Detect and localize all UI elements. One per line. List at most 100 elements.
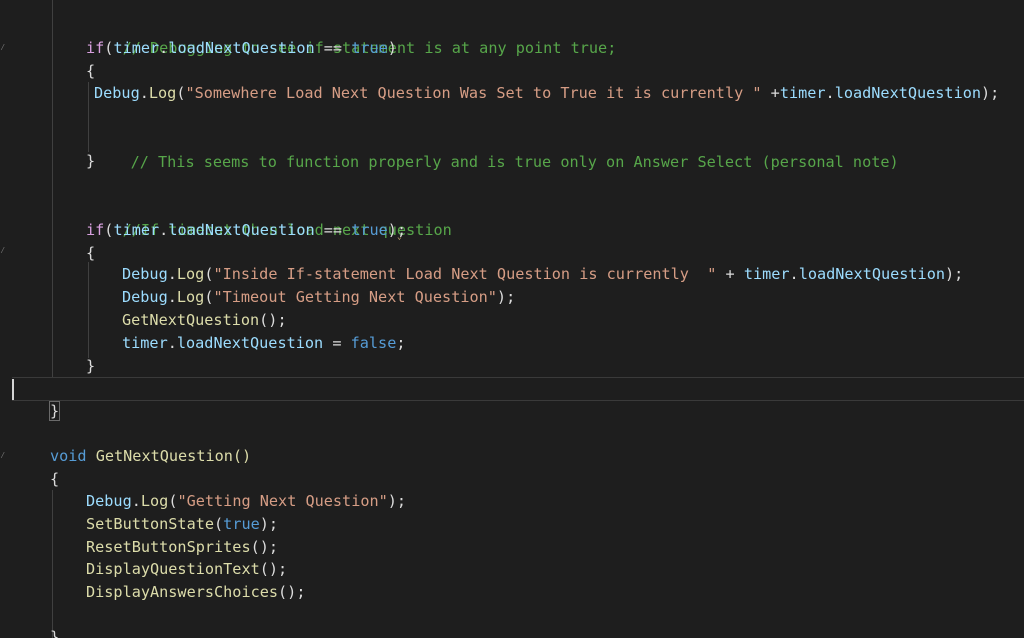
- outline-collapse-icon[interactable]: ⁄: [0, 452, 6, 461]
- brace-token: }: [86, 357, 96, 375]
- method-token: DisplayAnswersChoices: [86, 583, 279, 601]
- code-line[interactable]: {: [50, 468, 59, 491]
- punctuation-token: (: [214, 515, 224, 533]
- indent-guide: [52, 490, 53, 638]
- punctuation-token: ): [387, 39, 397, 57]
- code-line[interactable]: // This seems to function properly and i…: [94, 128, 899, 171]
- matched-brace-token: }: [48, 401, 61, 421]
- method-token: ResetButtonSprites: [86, 538, 251, 556]
- keyword-token: true: [223, 515, 260, 533]
- punctuation-token: .: [139, 84, 149, 102]
- string-token: "Timeout Getting Next Question": [213, 288, 497, 306]
- identifier-token: timer: [113, 221, 160, 239]
- code-line[interactable]: // Debugging to see if statement is at a…: [86, 14, 617, 57]
- punctuation-token: ;: [396, 334, 406, 352]
- code-line[interactable]: if(timer.loadNextQuestion == true): [86, 37, 397, 60]
- code-line[interactable]: }: [86, 150, 95, 173]
- keyword-token: void: [50, 447, 87, 465]
- string-token: "Inside If-statement Load Next Question …: [213, 265, 717, 283]
- code-line[interactable]: }: [86, 355, 95, 378]
- punctuation-token: .: [167, 265, 177, 283]
- method-token: Log: [148, 84, 177, 102]
- punctuation-token: .: [789, 265, 799, 283]
- keyword-token: false: [350, 334, 397, 352]
- punctuation-token: ();: [259, 560, 288, 578]
- punctuation-token: ();: [259, 311, 287, 329]
- code-line[interactable]: Debug.Log("Getting Next Question");: [86, 490, 406, 513]
- identifier-token: loadNextQuestion: [168, 39, 315, 57]
- punctuation-token: .: [167, 334, 177, 352]
- keyword-token: if: [86, 39, 105, 57]
- punctuation-token: );: [496, 288, 516, 306]
- identifier-token: Debug: [86, 492, 132, 510]
- punctuation-token: );: [259, 515, 279, 533]
- method-token: Log: [176, 288, 205, 306]
- code-line[interactable]: {: [86, 60, 95, 83]
- keyword-token: true: [351, 221, 388, 239]
- code-line[interactable]: void GetNextQuestion(): [50, 445, 251, 468]
- outline-collapse-icon[interactable]: ⁄: [0, 44, 6, 53]
- identifier-token: loadNextQuestion: [176, 334, 324, 352]
- identifier-token: loadNextQuestion: [834, 84, 982, 102]
- identifier-token: timer: [743, 265, 790, 283]
- brace-token: {: [86, 244, 96, 262]
- punctuation-token: .: [131, 492, 141, 510]
- identifier-token: loadNextQuestion: [798, 265, 945, 283]
- code-line[interactable]: if(timer.loadNextQuestion == true);: [86, 219, 406, 242]
- code-line[interactable]: timer.loadNextQuestion = false;: [122, 332, 406, 355]
- punctuation-token: );: [981, 84, 1000, 102]
- warning-squiggle-icon[interactable]: ⌄: [397, 233, 405, 241]
- method-token: Log: [140, 492, 169, 510]
- brace-token: {: [86, 62, 96, 80]
- code-line[interactable]: {: [86, 242, 95, 265]
- comment-token: // This seems to function properly and i…: [130, 152, 899, 171]
- operator-token: =: [323, 334, 351, 352]
- brace-token: }: [50, 628, 60, 638]
- code-editor[interactable]: ⁄ ⁄ ⁄ // Debugging to see if statement i…: [0, 0, 1024, 638]
- code-line[interactable]: ResetButtonSprites();: [86, 536, 278, 559]
- code-line[interactable]: DisplayQuestionText();: [86, 558, 287, 581]
- punctuation-token: ();: [250, 538, 279, 556]
- identifier-token: loadNextQuestion: [168, 221, 315, 239]
- punctuation-token: .: [159, 221, 169, 239]
- identifier-token: Debug: [122, 288, 168, 306]
- editor-gutter[interactable]: [0, 0, 12, 638]
- keyword-token: true: [351, 39, 388, 57]
- brace-token: {: [50, 470, 60, 488]
- identifier-token: timer: [779, 84, 826, 102]
- string-token: "Getting Next Question": [177, 492, 388, 510]
- brace-token: }: [86, 152, 96, 170]
- method-token: GetNextQuestion: [122, 311, 260, 329]
- code-line[interactable]: Debug.Log("Somewhere Load Next Question …: [94, 82, 999, 105]
- punctuation-token: );: [945, 265, 964, 283]
- code-line[interactable]: GetNextQuestion();: [122, 309, 287, 332]
- outline-collapse-icon[interactable]: ⁄: [0, 247, 6, 256]
- punctuation-token: .: [825, 84, 835, 102]
- text-caret: [12, 379, 14, 400]
- indent-guide: [88, 82, 89, 152]
- code-line[interactable]: }: [48, 400, 61, 423]
- identifier-token: Debug: [122, 265, 168, 283]
- method-token: GetNextQuestion(): [95, 447, 252, 465]
- punctuation-token: .: [167, 288, 177, 306]
- keyword-token: if: [86, 221, 105, 239]
- code-line[interactable]: Debug.Log("Timeout Getting Next Question…: [122, 286, 515, 309]
- code-line[interactable]: //If timeout then load next question: [86, 196, 452, 239]
- punctuation-token: ): [387, 221, 397, 239]
- indent-guide: [88, 262, 89, 358]
- operator-token: ==: [314, 221, 352, 239]
- method-token: SetButtonState: [86, 515, 215, 533]
- operator-token: +: [761, 84, 780, 102]
- string-token: "Somewhere Load Next Question Was Set to…: [185, 84, 762, 102]
- operator-token: +: [716, 265, 744, 283]
- code-line[interactable]: DisplayAnswersChoices();: [86, 581, 305, 604]
- punctuation-token: ();: [278, 583, 306, 601]
- code-line[interactable]: SetButtonState(true);: [86, 513, 278, 536]
- operator-token: ==: [314, 39, 352, 57]
- code-line[interactable]: Debug.Log("Inside If-statement Load Next…: [122, 263, 963, 286]
- punctuation-token: .: [159, 39, 169, 57]
- code-line[interactable]: }: [50, 626, 59, 638]
- indent-guide: [52, 0, 53, 377]
- identifier-token: timer: [122, 334, 168, 352]
